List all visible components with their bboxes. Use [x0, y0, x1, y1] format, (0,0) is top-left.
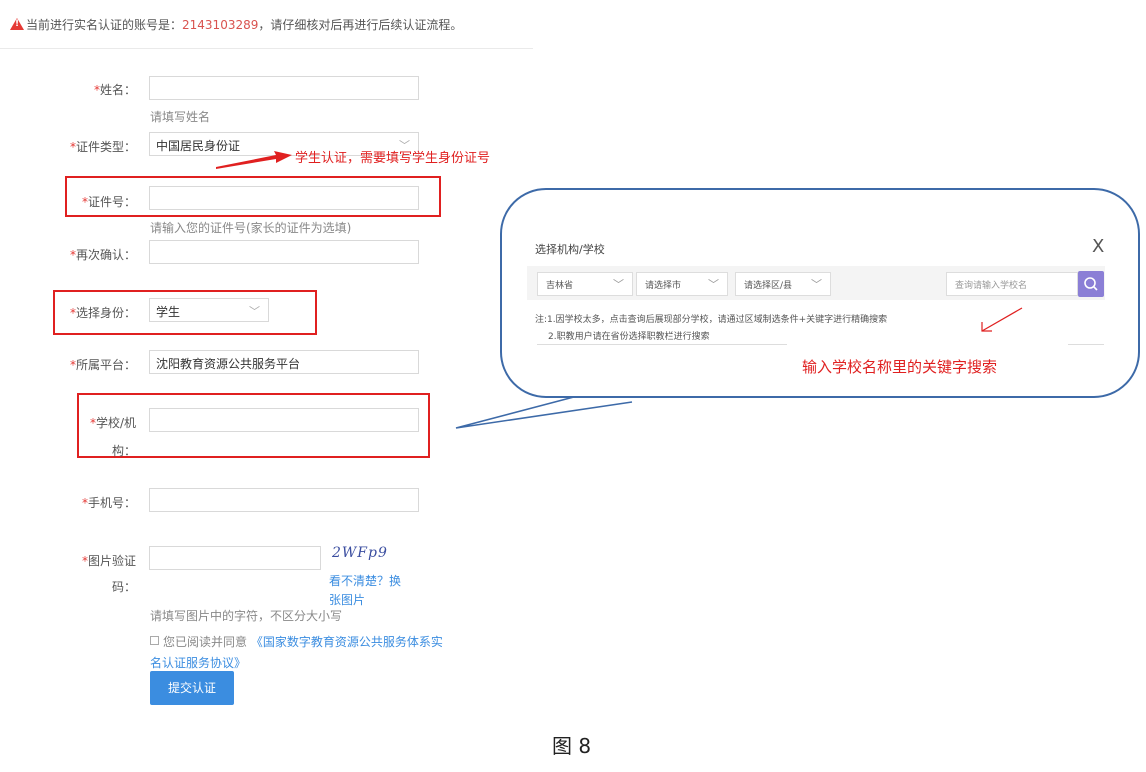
role-label: *选择身份： — [69, 306, 136, 320]
result-list-border — [537, 344, 787, 345]
modal-note-1: 注:1.因学校太多，点击查询后展现部分学校，请通过区域制选条件+关键字进行精确搜… — [535, 315, 888, 325]
name-input[interactable] — [149, 76, 419, 100]
confirm-label: *再次确认： — [69, 248, 136, 262]
district-select[interactable]: 请选择区/县 ﹀ — [735, 272, 831, 296]
captcha-image[interactable]: 2WFp9 — [332, 545, 388, 561]
account-number: 2143103289 — [182, 18, 259, 32]
phone-input[interactable] — [149, 488, 419, 512]
platform-label: *所属平台： — [69, 358, 136, 372]
modal-note-2: 2.职教用户请在省份选择职教栏进行搜索 — [548, 332, 710, 342]
search-annotation-arrow — [981, 307, 1023, 332]
city-select[interactable]: 请选择市 ﹀ — [636, 272, 728, 296]
submit-button[interactable]: 提交认证 — [150, 671, 234, 705]
captcha-label: *图片验证 — [81, 554, 136, 568]
chevron-down-icon: ﹀ — [249, 305, 260, 318]
id-number-input[interactable] — [149, 186, 419, 210]
school-label: *学校/机 — [89, 416, 136, 430]
student-id-annotation: 学生认证，需要填写学生身份证号 — [295, 151, 491, 166]
school-input[interactable] — [149, 408, 419, 432]
phone-label: *手机号： — [81, 496, 136, 510]
account-notice: 当前进行实名认证的账号是：2143103289，请仔细核对后再进行后续认证流程。 — [10, 16, 462, 33]
search-annotation: 输入学校名称里的关键字搜索 — [802, 358, 998, 376]
id-type-label: *证件类型： — [69, 140, 136, 154]
platform-field[interactable]: 沈阳教育资源公共服务平台 — [149, 350, 419, 374]
role-select[interactable]: 学生 ﹀ — [149, 298, 269, 322]
search-icon — [1084, 277, 1098, 291]
red-arrow-annotation — [216, 151, 292, 169]
captcha-label-cont: 码： — [111, 580, 136, 594]
figure-caption: 图 8 — [552, 734, 592, 758]
id-number-label: *证件号： — [81, 195, 136, 209]
id-number-hint: 请输入您的证件号(家长的证件为选填) — [150, 221, 352, 235]
captcha-hint: 请填写图片中的字符，不区分大小写 — [150, 609, 343, 623]
close-icon[interactable]: X — [1092, 236, 1104, 257]
divider — [0, 48, 533, 49]
chevron-down-icon: ﹀ — [708, 278, 719, 291]
school-search-input[interactable]: 查询请输入学校名 — [946, 272, 1078, 296]
agreement-link-cont[interactable]: 名认证服务协议》 — [150, 654, 246, 671]
modal-title: 选择机构/学校 — [535, 243, 605, 256]
chevron-down-icon: ﹀ — [811, 278, 822, 291]
search-button[interactable] — [1078, 271, 1104, 297]
captcha-input[interactable] — [149, 546, 321, 570]
agreement-link[interactable]: 《国家数字教育资源公共服务体系实 — [251, 635, 443, 649]
province-select[interactable]: 吉林省 ﹀ — [537, 272, 633, 296]
chevron-down-icon: ﹀ — [613, 278, 624, 291]
refresh-captcha-link[interactable]: 看不清楚？换 — [329, 572, 401, 589]
agreement-row: 您已阅读并同意 《国家数字教育资源公共服务体系实 — [150, 633, 443, 650]
confirm-id-input[interactable] — [149, 240, 419, 264]
name-label: *姓名： — [93, 83, 136, 97]
school-label-cont: 构： — [111, 444, 136, 458]
result-list-border-right — [1068, 344, 1104, 345]
refresh-captcha-link-cont[interactable]: 张图片 — [329, 591, 365, 608]
warning-icon — [10, 18, 24, 30]
name-hint: 请填写姓名 — [150, 110, 211, 124]
agreement-checkbox[interactable] — [150, 636, 159, 645]
